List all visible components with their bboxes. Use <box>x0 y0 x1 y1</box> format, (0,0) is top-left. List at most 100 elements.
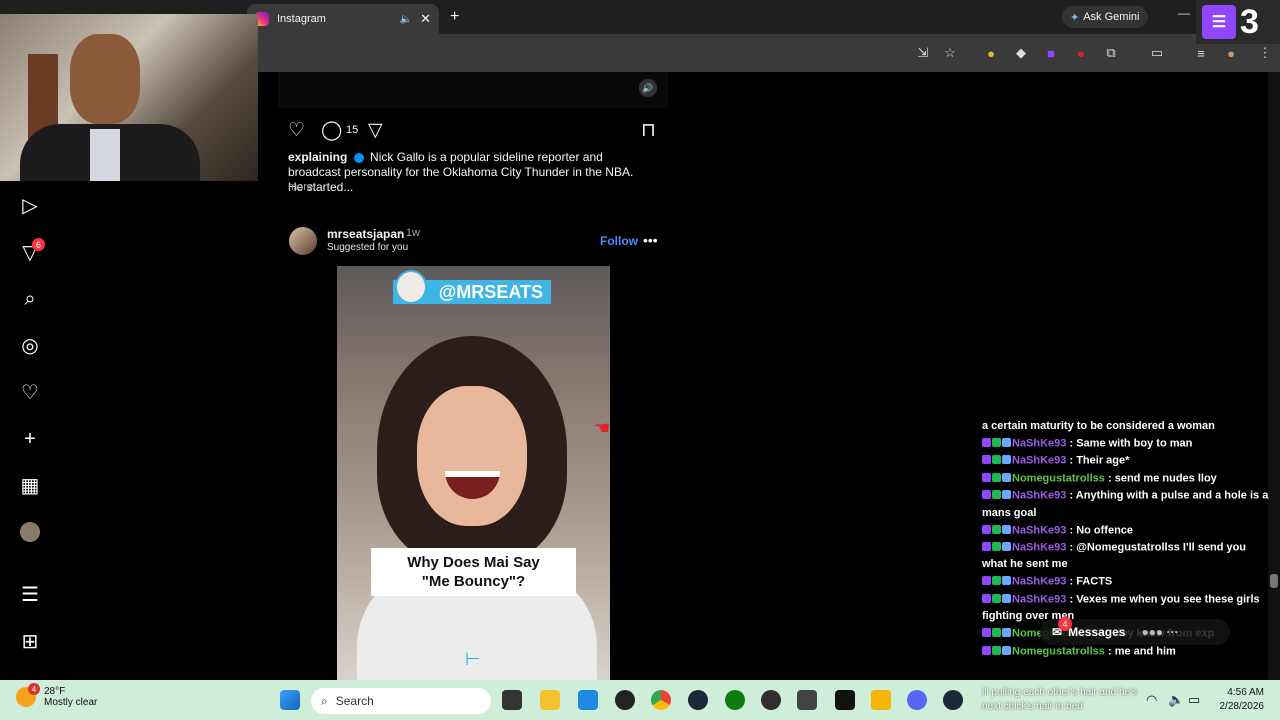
overlay-text-line1: ill pulling each other's hair and he's <box>982 687 1138 698</box>
chat-badges-icon <box>982 573 1012 590</box>
chat-message: NaShKe93 : @Nomegustatrollss I'll send y… <box>980 539 1270 573</box>
post-video[interactable] <box>337 266 610 680</box>
explore-compass-icon[interactable]: ◎ <box>19 334 41 357</box>
search-icon[interactable]: ⌕ <box>19 288 41 310</box>
overlay-caption-line2: "Me Bouncy"? <box>421 573 526 590</box>
video-overlay-caption: Why Does Mai Say "Me Bouncy"? <box>371 548 576 596</box>
suggested-label: Suggested for you <box>327 242 409 253</box>
chat-text: : me and him <box>1107 645 1176 658</box>
mute-toggle-icon[interactable]: 🔊 <box>639 79 657 97</box>
chat-badges-icon <box>982 452 1012 469</box>
also-from-meta-icon[interactable]: ⊞ <box>19 630 41 653</box>
store-icon[interactable] <box>578 690 598 710</box>
close-tab-icon[interactable]: ✕ <box>420 11 431 27</box>
file-explorer-icon[interactable] <box>540 690 560 710</box>
extension-colorwheel-icon[interactable]: ● <box>982 44 1000 62</box>
previous-post-video[interactable] <box>278 72 668 108</box>
discord-icon[interactable] <box>907 690 927 710</box>
bookmark-star-icon[interactable]: ☆ <box>941 44 959 62</box>
more-menu-icon[interactable]: ☰ <box>19 583 41 606</box>
chat-username[interactable]: NaShKe93 <box>1012 593 1066 605</box>
chat-username[interactable]: NaShKe93 <box>1012 524 1066 536</box>
reels-icon[interactable]: ▷ <box>19 194 41 217</box>
like-heart-icon[interactable]: ♡ <box>288 120 305 141</box>
share-icon[interactable]: ▽ <box>368 120 383 141</box>
wifi-icon[interactable]: ◠ <box>1146 692 1157 708</box>
extension-red-icon[interactable]: ● <box>1072 44 1090 62</box>
obs-icon[interactable] <box>761 690 781 710</box>
extensions-puzzle-icon[interactable]: ⧉ <box>1102 44 1120 62</box>
chat-badges-icon <box>982 591 1012 608</box>
gemini-icon: ✦ <box>1070 11 1080 24</box>
install-app-icon[interactable]: ⇲ <box>914 44 932 62</box>
reading-list-icon[interactable]: ≡ <box>1192 44 1210 62</box>
extension-diamond-icon[interactable]: ◆ <box>1012 44 1030 62</box>
start-button-icon[interactable] <box>280 690 300 710</box>
chat-message: NaShKe93 : FACTS <box>980 573 1270 590</box>
chat-message: Nomegustatrollss : send me nudes lloy <box>980 470 1270 487</box>
steam-icon[interactable] <box>688 690 708 710</box>
comment-count: 15 <box>346 124 359 136</box>
create-plus-icon[interactable]: + <box>19 428 41 450</box>
stream-cursor-icon: ⊢ <box>465 649 481 669</box>
chat-text: : Their age* <box>1069 454 1130 467</box>
dashboard-icon[interactable]: ▦ <box>19 474 41 497</box>
chat-message: NaShKe93 : No offence <box>980 522 1270 539</box>
clock-time: 4:56 AM <box>1227 687 1264 698</box>
weather-desc: Mostly clear <box>44 697 98 708</box>
chat-message: NaShKe93 : Same with boy to man <box>980 435 1270 452</box>
browser-menu-icon[interactable]: ⋮ <box>1256 44 1274 62</box>
profile-avatar[interactable] <box>19 521 41 543</box>
chat-username[interactable]: NaShKe93 <box>1012 437 1066 449</box>
speaker-icon[interactable]: 🔈 <box>400 14 412 25</box>
messages-label: Messages <box>1068 625 1126 639</box>
taskbar-clock[interactable]: 4:56 AM 2/28/2026 <box>1208 686 1265 714</box>
twitch-viewer-overlay: ☰ 3 <box>1196 0 1280 44</box>
notifications-heart-icon[interactable]: ♡ <box>19 381 41 404</box>
chat-username[interactable]: NaShKe93 <box>1012 455 1066 467</box>
extension-twitch-icon[interactable]: ■ <box>1042 44 1060 62</box>
chat-username[interactable]: Nomegustatrollss <box>1012 472 1105 484</box>
twitch-logo-icon: ☰ <box>1202 5 1236 39</box>
overlay-caption-line1: Why Does Mai Say <box>407 554 540 571</box>
post-options-icon[interactable]: ••• <box>643 232 658 248</box>
task-view-icon[interactable] <box>502 690 522 710</box>
scrollbar-thumb[interactable] <box>1270 574 1278 588</box>
minimize-icon[interactable]: — <box>1178 6 1190 20</box>
notifications-badge: 6 <box>32 238 45 251</box>
split-view-icon[interactable]: ▭ <box>1148 44 1166 62</box>
ask-gemini-button[interactable]: ✦ Ask Gemini <box>1062 6 1148 28</box>
rockstar-icon[interactable] <box>871 690 891 710</box>
chat-message: NaShKe93 : Their age* <box>980 452 1270 469</box>
post-author-avatar[interactable] <box>289 227 317 255</box>
chat-username[interactable]: NaShKe93 <box>1012 490 1066 502</box>
chat-username[interactable]: NaShKe93 <box>1012 576 1066 588</box>
epic-games-icon[interactable] <box>835 690 855 710</box>
save-bookmark-icon[interactable]: ⊓ <box>641 120 656 141</box>
tab-instagram[interactable]: Instagram 🔈 ✕ <box>247 4 439 34</box>
chat-text: : Same with boy to man <box>1069 437 1193 450</box>
battery-icon[interactable]: ▭ <box>1188 692 1200 708</box>
profile-avatar-icon[interactable]: ● <box>1222 44 1240 62</box>
taskbar-search[interactable]: ⌕ Search <box>311 688 491 714</box>
7zip-icon[interactable] <box>797 690 817 710</box>
post-username[interactable]: mrseatsjapan <box>327 227 404 241</box>
chat-username[interactable]: Nomegustatrollss <box>1012 645 1105 657</box>
chat-badges-icon <box>982 487 1012 504</box>
gemini-label: Ask Gemini <box>1083 11 1140 23</box>
webcam-feed <box>0 14 258 181</box>
chrome-icon[interactable] <box>651 690 671 710</box>
new-tab-button[interactable]: + <box>450 8 459 26</box>
app-icon[interactable] <box>615 690 635 710</box>
search-glass-icon: ⌕ <box>321 693 328 708</box>
chat-username[interactable]: NaShKe93 <box>1012 541 1066 553</box>
chat-message: a certain maturity to be considered a wo… <box>980 418 1270 435</box>
steam-2-icon[interactable] <box>943 690 963 710</box>
xbox-icon[interactable] <box>725 690 745 710</box>
weather-widget[interactable]: 4 28°F Mostly clear <box>16 683 98 708</box>
comment-icon[interactable]: ◯ <box>321 120 342 141</box>
volume-icon[interactable]: 🔈 <box>1168 692 1184 708</box>
caption-more-link[interactable]: more <box>288 181 313 193</box>
caption-username[interactable]: explaining <box>288 150 347 164</box>
follow-button[interactable]: Follow <box>600 234 638 248</box>
